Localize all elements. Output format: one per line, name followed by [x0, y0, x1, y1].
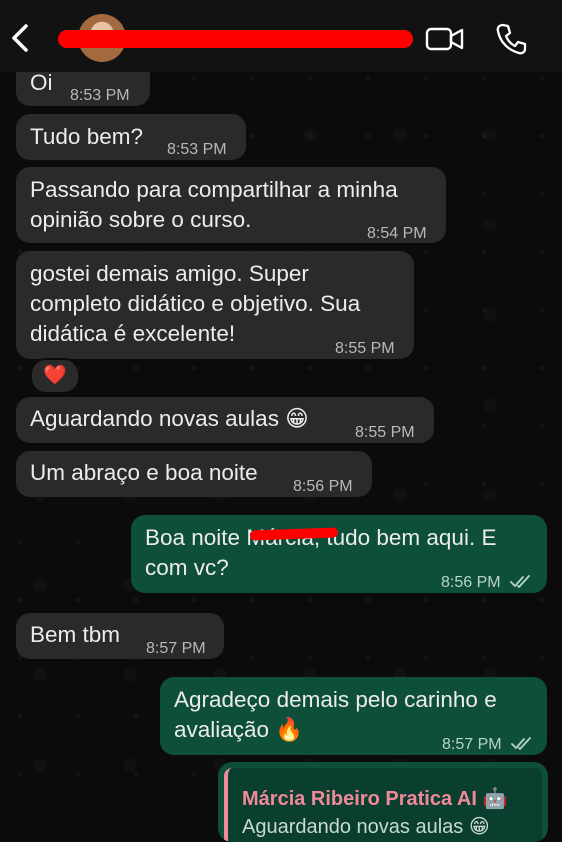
message-time: 8:54 PM [367, 225, 427, 242]
redacted-contact-name[interactable] [58, 30, 413, 48]
message-time: 8:56 PM [441, 568, 532, 598]
quoted-sender-name: Márcia Ribeiro Pratica AI 🤖 [242, 788, 508, 810]
video-camera-icon[interactable] [425, 24, 465, 54]
message-bubble[interactable]: Aguardando novas aulas 😁 8:55 PM [16, 397, 434, 443]
message-time: 8:53 PM [167, 141, 227, 158]
double-check-icon [511, 737, 531, 750]
message-text: Bem tbm [30, 622, 121, 647]
message-bubble-outgoing[interactable]: Boa noite Márcia, tudo bem aqui. E com v… [131, 515, 547, 593]
message-text: Oi [30, 70, 53, 95]
message-text: Tudo bem? [30, 124, 143, 149]
message-bubble[interactable]: Bem tbm 8:57 PM [16, 613, 224, 659]
message-bubble-reply[interactable]: Márcia Ribeiro Pratica AI 🤖 Aguardando n… [218, 762, 548, 842]
message-text: Passando para compartilhar a minha opini… [30, 177, 398, 232]
message-bubble[interactable]: Tudo bem? 8:53 PM [16, 114, 246, 160]
heart-reaction[interactable]: ❤️ [30, 358, 80, 394]
message-bubble-outgoing[interactable]: Agradeço demais pelo carinho e avaliação… [160, 677, 547, 755]
message-time: 8:57 PM [442, 730, 533, 760]
message-text: Aguardando novas aulas 😁 [30, 406, 309, 431]
message-time: 8:55 PM [355, 424, 415, 441]
phone-icon[interactable] [495, 22, 527, 56]
message-bubble[interactable]: Passando para compartilhar a minha opini… [16, 167, 446, 243]
message-time: 8:56 PM [293, 478, 353, 495]
message-bubble[interactable]: gostei demais amigo. Super completo didá… [16, 251, 414, 359]
message-time: 8:53 PM [70, 87, 130, 104]
message-time: 8:57 PM [146, 640, 206, 657]
chat-header [0, 0, 562, 72]
message-bubble[interactable]: Um abraço e boa noite 8:56 PM [16, 451, 372, 497]
chevron-left-icon[interactable] [6, 20, 34, 56]
double-check-icon [510, 575, 530, 588]
message-time: 8:55 PM [335, 340, 395, 357]
quoted-text: Aguardando novas aulas 😁 [242, 816, 490, 838]
message-text: Um abraço e boa noite [30, 460, 258, 485]
message-text: gostei demais amigo. Super completo didá… [30, 261, 361, 346]
message-list[interactable]: Oi 8:53 PM Tudo bem? 8:53 PM Passando pa… [0, 0, 562, 842]
quoted-message[interactable]: Márcia Ribeiro Pratica AI 🤖 Aguardando n… [224, 768, 542, 842]
